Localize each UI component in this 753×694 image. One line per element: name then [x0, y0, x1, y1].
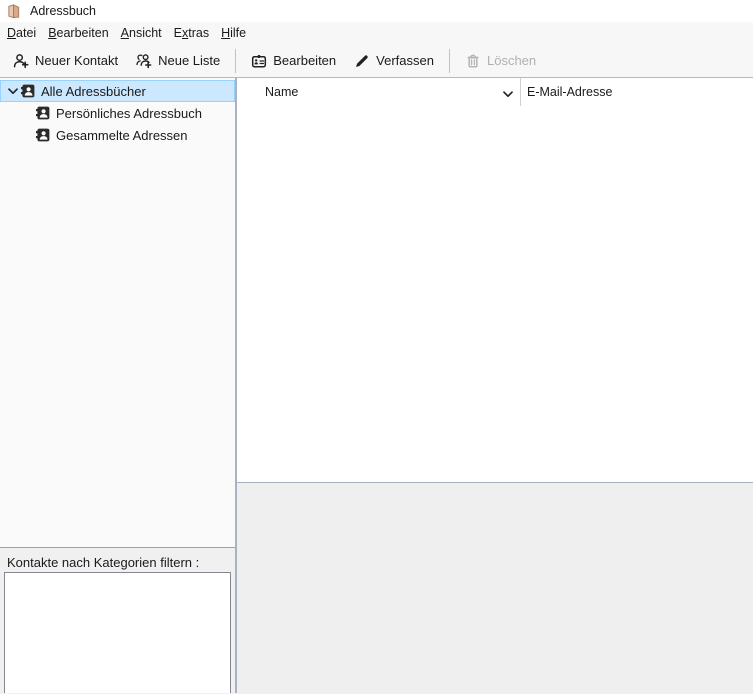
column-email-label: E-Mail-Adresse	[527, 85, 613, 99]
toolbar-separator	[235, 48, 237, 73]
category-filter-section: Kontakte nach Kategorien filtern :	[0, 547, 235, 693]
menu-ansicht[interactable]: Ansicht	[115, 23, 168, 43]
column-header-name[interactable]: Name	[237, 78, 521, 106]
category-filter-listbox[interactable]	[4, 572, 231, 693]
addressbook-icon	[36, 106, 50, 120]
main-area: Alle Adressbücher Persönliches Adressbuc…	[0, 78, 753, 693]
new-contact-label: Neuer Kontakt	[35, 53, 119, 68]
contact-detail-pane	[237, 482, 753, 693]
menu-datei[interactable]: Datei	[1, 23, 42, 43]
new-list-button[interactable]: Neue Liste	[127, 47, 229, 75]
addressbook-icon	[36, 128, 50, 142]
edit-contact-label: Bearbeiten	[273, 53, 337, 68]
addressbook-tree-pane: Alle Adressbücher Persönliches Adressbuc…	[0, 78, 235, 547]
compose-button[interactable]: Verfassen	[345, 47, 443, 75]
tree-item-label: Gesammelte Adressen	[56, 127, 188, 143]
tree-item-label: Persönliches Adressbuch	[56, 105, 202, 121]
new-contact-icon	[13, 53, 29, 68]
compose-icon	[356, 54, 368, 67]
column-name-label: Name	[265, 85, 299, 99]
menu-bar: Datei Bearbeiten Ansicht Extras Hilfe	[0, 22, 753, 44]
delete-label: Löschen	[486, 53, 537, 68]
tree-item-alle-adressbuecher[interactable]: Alle Adressbücher	[0, 80, 235, 102]
new-list-label: Neue Liste	[158, 53, 221, 68]
menu-hilfe[interactable]: Hilfe	[215, 23, 252, 43]
contact-list-header: Name E-Mail-Adresse	[237, 78, 753, 106]
edit-contact-icon	[252, 54, 267, 67]
toolbar-separator	[448, 48, 450, 73]
address-book-app-icon	[8, 3, 20, 18]
category-filter-label: Kontakte nach Kategorien filtern :	[7, 555, 200, 570]
delete-button[interactable]: Löschen	[456, 47, 545, 75]
expand-chevron-icon[interactable]	[6, 87, 20, 95]
compose-label: Verfassen	[376, 53, 434, 68]
tree-item-label: Alle Adressbücher	[41, 83, 146, 99]
contact-list-pane: Name E-Mail-Adresse	[237, 78, 753, 693]
menu-bearbeiten[interactable]: Bearbeiten	[42, 23, 114, 43]
new-list-icon	[136, 53, 152, 68]
toolbar: Neuer Kontakt Neue Liste Bearbeiten Verf…	[0, 44, 753, 78]
tree-item-persoenliches-adressbuch[interactable]: Persönliches Adressbuch	[0, 102, 235, 124]
tree-item-gesammelte-adressen[interactable]: Gesammelte Adressen	[0, 124, 235, 146]
new-contact-button[interactable]: Neuer Kontakt	[4, 47, 127, 75]
edit-contact-button[interactable]: Bearbeiten	[242, 47, 345, 75]
menu-extras[interactable]: Extras	[168, 23, 215, 43]
addressbook-tree: Alle Adressbücher Persönliches Adressbuc…	[0, 78, 235, 146]
trash-icon	[467, 54, 479, 68]
window-titlebar: Adressbuch	[0, 0, 753, 22]
sort-chevron-icon	[503, 87, 513, 101]
window-title: Adressbuch	[30, 4, 97, 18]
addressbook-icon	[21, 84, 35, 98]
column-header-email[interactable]: E-Mail-Adresse	[521, 78, 753, 106]
